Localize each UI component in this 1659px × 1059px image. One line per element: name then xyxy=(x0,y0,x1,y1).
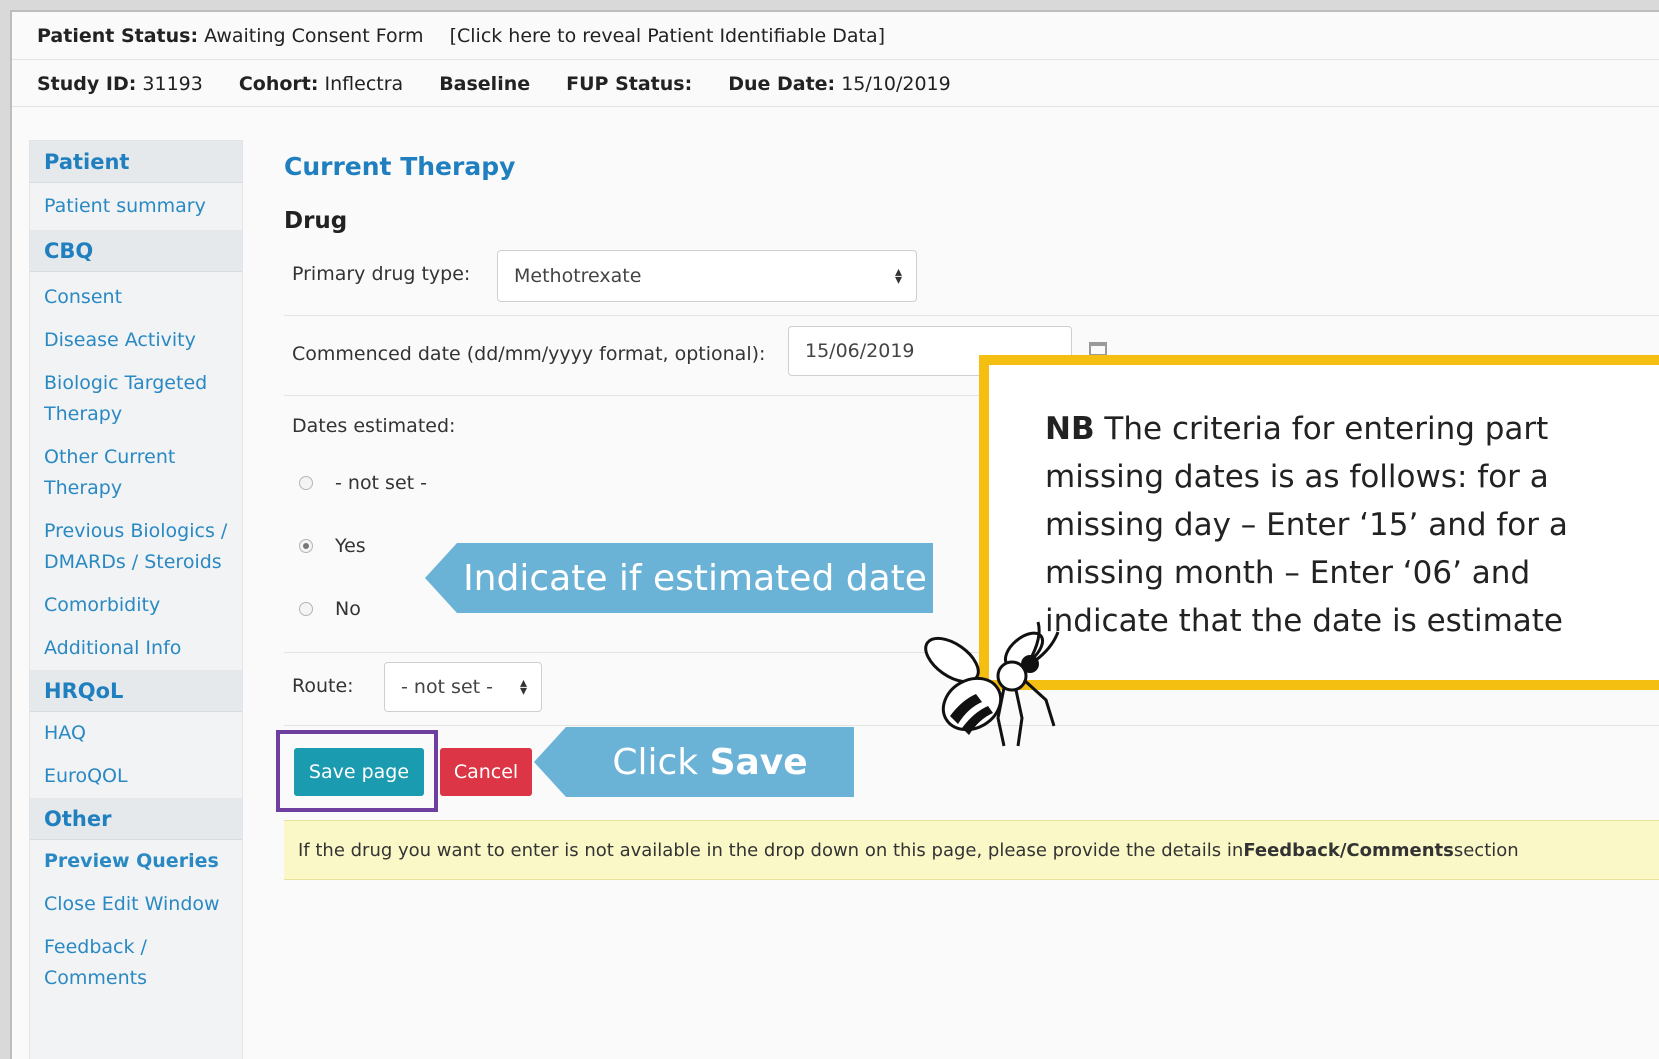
sidebar-item-additional-info[interactable]: Additional Info xyxy=(30,627,242,670)
sidebar-item-consent[interactable]: Consent xyxy=(30,272,242,319)
nb-label: NB xyxy=(1045,411,1095,447)
feedback-comments-link[interactable]: Feedback/Comments xyxy=(1243,840,1454,861)
sidebar-item-other-current-therapy[interactable]: Other Current Therapy xyxy=(30,436,242,510)
click-save-callout-prefix: Click xyxy=(612,741,699,783)
primary-drug-value: Methotrexate xyxy=(514,265,642,287)
commenced-date-value: 15/06/2019 xyxy=(805,340,915,362)
click-save-callout: Click Save xyxy=(534,727,854,797)
reveal-patient-data-link[interactable]: [Click here to reveal Patient Identifiab… xyxy=(450,25,885,47)
primary-drug-label: Primary drug type: xyxy=(292,263,471,285)
sidebar-item-haq[interactable]: HAQ xyxy=(30,712,242,755)
sidebar-heading-other: Other xyxy=(30,798,242,840)
patient-status-bar: Patient Status: Awaiting Consent Form [C… xyxy=(12,12,1659,60)
notice-suffix: section xyxy=(1453,839,1519,861)
study-id-value: 31193 xyxy=(142,72,203,95)
nb-line-3: missing day – Enter ‘15’ and for a xyxy=(1045,507,1568,543)
patient-status-label: Patient Status: xyxy=(37,24,199,47)
sidebar-item-biologic-targeted-therapy[interactable]: Biologic Targeted Therapy xyxy=(30,362,242,436)
fup-status-label: FUP Status: xyxy=(566,72,693,95)
radio-option-no[interactable]: No xyxy=(299,598,361,620)
sidebar-item-preview-queries[interactable]: Preview Queries xyxy=(30,840,242,883)
radio-button-no[interactable] xyxy=(299,602,313,616)
patient-status-value: Awaiting Consent Form xyxy=(204,24,424,47)
click-save-callout-bold: Save xyxy=(709,741,808,783)
save-page-button[interactable]: Save page xyxy=(294,748,424,796)
radio-button-not-set[interactable] xyxy=(299,476,313,490)
nb-line-2: missing dates is as follows: for a xyxy=(1045,459,1549,495)
commenced-date-label: Commenced date (dd/mm/yyyy format, optio… xyxy=(292,343,766,365)
page-title: Current Therapy xyxy=(284,152,516,181)
nb-line-5: indicate that the date is estimate xyxy=(1045,603,1563,639)
sidebar-item-euroqol[interactable]: EuroQOL xyxy=(30,755,242,798)
radio-label-yes: Yes xyxy=(335,535,366,557)
study-info-bar: Study ID: 31193 Cohort: Inflectra Baseli… xyxy=(12,61,1659,107)
radio-label-no: No xyxy=(335,598,361,620)
select-arrows-icon: ▴ ▾ xyxy=(519,675,527,699)
due-date-value: 15/10/2019 xyxy=(841,72,951,95)
sidebar-heading-cbq: CBQ xyxy=(30,230,242,272)
drug-not-available-notice: If the drug you want to enter is not ava… xyxy=(284,820,1659,880)
primary-drug-select[interactable]: Methotrexate ▴ ▾ xyxy=(497,250,917,302)
radio-button-yes[interactable] xyxy=(299,539,313,553)
cohort-value: Inflectra xyxy=(324,72,404,95)
notice-text: If the drug you want to enter is not ava… xyxy=(298,839,1244,861)
sidebar-item-feedback-comments[interactable]: Feedback / Comments xyxy=(30,926,208,1000)
sidebar-item-previous-biologics[interactable]: Previous Biologics / DMARDs / Steroids xyxy=(30,510,242,584)
dates-estimated-label: Dates estimated: xyxy=(292,415,456,437)
cohort-label: Cohort: xyxy=(238,72,319,95)
estimated-date-callout-text: Indicate if estimated date xyxy=(463,557,927,599)
route-label: Route: xyxy=(292,675,354,697)
baseline-label: Baseline xyxy=(439,72,531,95)
select-arrows-icon: ▴ ▾ xyxy=(894,264,902,288)
sidebar-item-disease-activity[interactable]: Disease Activity xyxy=(30,319,242,362)
route-select[interactable]: - not set - ▴ ▾ xyxy=(384,662,542,712)
nb-line-1: The criteria for entering part xyxy=(1094,411,1549,447)
radio-option-not-set[interactable]: - not set - xyxy=(299,472,427,494)
bee-icon xyxy=(924,621,1060,747)
sidebar-nav: Patient Patient summary CBQ Consent Dise… xyxy=(29,140,243,1059)
radio-label-not-set: - not set - xyxy=(335,472,427,494)
estimated-date-callout: Indicate if estimated date xyxy=(425,543,933,613)
radio-option-yes[interactable]: Yes xyxy=(299,535,366,557)
calendar-icon[interactable] xyxy=(1089,342,1107,356)
nb-note-text: NB The criteria for entering part missin… xyxy=(1045,405,1659,645)
sidebar-heading-hrqol: HRQoL xyxy=(30,670,242,712)
sidebar-item-comorbidity[interactable]: Comorbidity xyxy=(30,584,242,627)
sidebar-item-close-edit-window[interactable]: Close Edit Window xyxy=(30,883,242,926)
cancel-button[interactable]: Cancel xyxy=(440,748,532,796)
sidebar-heading-patient: Patient xyxy=(30,141,242,183)
due-date-label: Due Date: xyxy=(728,72,836,95)
route-value: - not set - xyxy=(401,676,493,698)
study-id-label: Study ID: xyxy=(37,72,137,95)
sidebar-item-patient-summary[interactable]: Patient summary xyxy=(30,183,242,230)
nb-line-4: missing month – Enter ‘06’ and xyxy=(1045,555,1531,591)
section-title-drug: Drug xyxy=(284,208,348,234)
